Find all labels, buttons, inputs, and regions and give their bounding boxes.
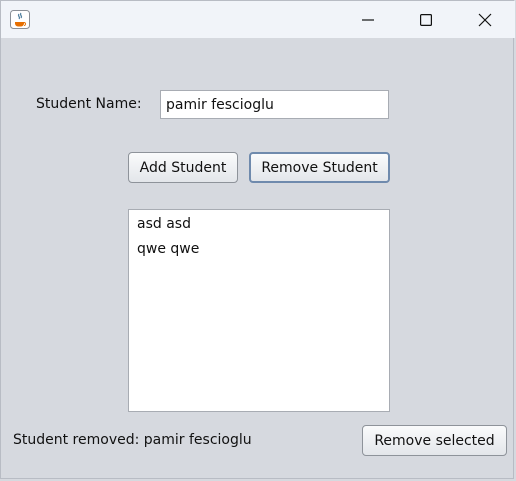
app-window: Student Name: Add Student Remove Student… <box>0 0 515 480</box>
java-app-icon <box>10 10 30 29</box>
student-name-label: Student Name: <box>36 96 142 112</box>
remove-student-button[interactable]: Remove Student <box>249 152 390 183</box>
status-message: Student removed: pamir fescioglu <box>13 432 252 448</box>
close-icon <box>478 13 492 26</box>
student-list[interactable]: asd asd qwe qwe <box>128 209 390 412</box>
add-student-button[interactable]: Add Student <box>128 152 238 183</box>
content-panel: Student Name: Add Student Remove Student… <box>1 38 515 480</box>
student-name-field[interactable] <box>160 90 389 119</box>
title-bar[interactable] <box>1 1 515 38</box>
list-item[interactable]: qwe qwe <box>137 241 199 257</box>
minimize-button[interactable] <box>339 1 397 38</box>
minimize-icon <box>362 18 374 21</box>
student-name-input[interactable] <box>161 91 388 118</box>
remove-selected-button[interactable]: Remove selected <box>362 425 507 456</box>
maximize-button[interactable] <box>397 1 455 38</box>
maximize-icon <box>420 13 432 26</box>
close-button[interactable] <box>456 1 514 38</box>
list-item[interactable]: asd asd <box>137 216 191 232</box>
